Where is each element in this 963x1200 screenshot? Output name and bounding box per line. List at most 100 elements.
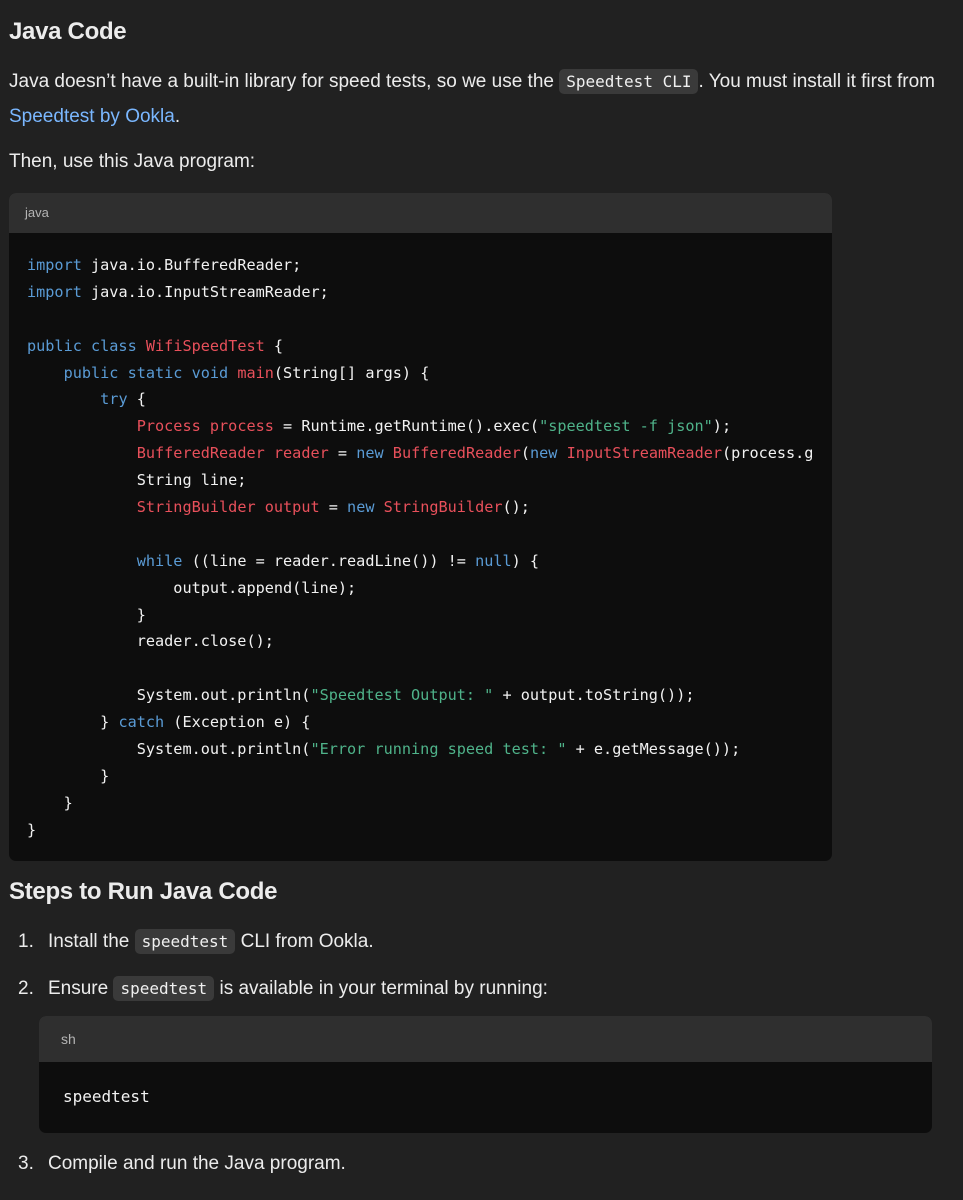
code-token: StringBuilder output bbox=[136, 498, 320, 517]
code-language-label: sh bbox=[39, 1016, 932, 1062]
code-token: output.append(line); bbox=[27, 578, 357, 597]
code-token: BufferedReader bbox=[392, 444, 521, 463]
inline-code-speedtest: speedtest bbox=[134, 929, 236, 954]
code-token: ( bbox=[520, 444, 530, 463]
code-line: StringBuilder output = new StringBuilder… bbox=[27, 494, 832, 521]
java-code-block: java import java.io.BufferedReader; impor… bbox=[9, 193, 832, 861]
code-line: String line; bbox=[27, 467, 832, 494]
code-token: { bbox=[264, 336, 284, 355]
code-token: "Speedtest Output: " bbox=[310, 686, 494, 705]
code-token: public class bbox=[27, 336, 137, 355]
code-token: } bbox=[27, 766, 110, 785]
code-token: (Exception e) { bbox=[164, 713, 311, 732]
code-token: new bbox=[356, 444, 384, 463]
code-line: } bbox=[27, 602, 832, 629]
code-token: } bbox=[27, 605, 146, 624]
code-line: } bbox=[27, 817, 832, 844]
code-token: main bbox=[237, 363, 274, 382]
code-token: InputStreamReader bbox=[566, 444, 723, 463]
code-token: { bbox=[127, 390, 146, 409]
code-line: public static void main(String[] args) { bbox=[27, 360, 832, 387]
code-line: output.append(line); bbox=[27, 575, 832, 602]
step-number: 3. bbox=[18, 1153, 34, 1174]
code-language-label: java bbox=[9, 193, 832, 233]
code-token: (String[] args) { bbox=[273, 363, 430, 382]
code-token: (process.g bbox=[722, 444, 814, 463]
code-line: public class WifiSpeedTest { bbox=[27, 333, 832, 360]
code-line: System.out.println("Speedtest Output: " … bbox=[27, 682, 832, 709]
code-token: = bbox=[319, 498, 348, 517]
code-token: catch bbox=[118, 713, 165, 732]
code-token: reader.close(); bbox=[27, 632, 274, 651]
step-number: 1. bbox=[18, 931, 34, 952]
code-line: BufferedReader reader = new BufferedRead… bbox=[27, 440, 832, 467]
code-token: import bbox=[27, 256, 82, 274]
code-token: java.io.InputStreamReader; bbox=[81, 282, 329, 301]
code-line: while ((line = reader.readLine()) != nul… bbox=[27, 548, 832, 575]
code-token: System.out.println( bbox=[27, 740, 311, 759]
step-number: 2. bbox=[18, 978, 34, 999]
code-line: import java.io.InputStreamReader; bbox=[27, 279, 832, 306]
code-token: import bbox=[27, 282, 82, 301]
code-token: Process process bbox=[136, 417, 274, 436]
step-text: Ensure bbox=[48, 978, 114, 999]
code-token: ); bbox=[712, 417, 732, 436]
code-token: String line; bbox=[27, 471, 247, 490]
code-token: new bbox=[529, 444, 558, 463]
ookla-link[interactable]: Speedtest by Ookla bbox=[9, 106, 175, 127]
intro-end: . bbox=[174, 106, 181, 127]
code-line: try { bbox=[27, 386, 832, 413]
code-token: try bbox=[100, 390, 128, 409]
code-token: + e.getMessage()); bbox=[566, 740, 741, 759]
code-line: System.out.println("Error running speed … bbox=[27, 736, 832, 763]
sh-code-body[interactable]: speedtest bbox=[39, 1062, 932, 1111]
intro-text-2: . You must install it first from bbox=[698, 71, 936, 92]
step-text: is available in your terminal by running… bbox=[214, 978, 548, 999]
code-token: while bbox=[136, 551, 183, 570]
code-token: StringBuilder bbox=[383, 498, 503, 517]
code-line: } bbox=[27, 790, 832, 817]
code-line: } bbox=[27, 763, 832, 790]
step-text: CLI from Ookla. bbox=[235, 931, 374, 952]
code-token: } bbox=[27, 820, 37, 839]
step-text: Compile and run the Java program. bbox=[48, 1153, 346, 1174]
code-token: BufferedReader reader bbox=[136, 444, 329, 463]
code-token: null bbox=[475, 551, 512, 570]
code-token: new bbox=[347, 498, 375, 517]
code-token: System.out.println( bbox=[27, 686, 311, 705]
code-line: reader.close(); bbox=[27, 628, 832, 655]
list-item: 3. Compile and run the Java program. bbox=[18, 1146, 346, 1181]
list-item: 2. Ensure speedtest is available in your … bbox=[18, 971, 548, 1006]
code-token: public static void bbox=[63, 363, 229, 382]
code-token: } bbox=[27, 713, 119, 732]
code-line: } catch (Exception e) { bbox=[27, 709, 832, 736]
code-token: = Runtime.getRuntime().exec( bbox=[273, 417, 540, 436]
step-text: Install the bbox=[48, 931, 135, 952]
section-heading-java-code: Java Code bbox=[9, 18, 127, 45]
inline-code-speedtest-cli: Speedtest CLI bbox=[559, 69, 699, 94]
code-token: java.io.BufferedReader; bbox=[81, 256, 302, 274]
code-line: Process process = Runtime.getRuntime().e… bbox=[27, 413, 832, 440]
code-token: = bbox=[328, 444, 357, 463]
code-token: "speedtest -f json" bbox=[539, 417, 713, 436]
code-token: "Error running speed test: " bbox=[310, 740, 567, 759]
java-code-body[interactable]: import java.io.BufferedReader; import jav… bbox=[9, 233, 832, 844]
then-paragraph: Then, use this Java program: bbox=[9, 151, 256, 172]
sh-code-block: sh speedtest bbox=[39, 1016, 932, 1133]
code-token: } bbox=[27, 793, 73, 812]
code-token: + output.toString()); bbox=[493, 686, 695, 705]
